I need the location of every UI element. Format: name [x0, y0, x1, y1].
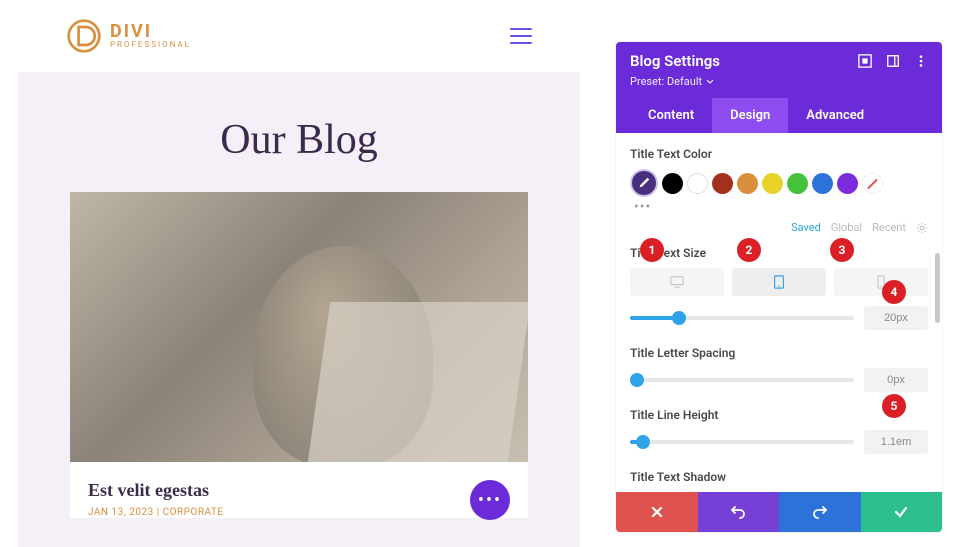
- logo-text-main: DIVI: [110, 23, 191, 41]
- scrollbar[interactable]: [935, 253, 940, 323]
- undo-button[interactable]: [698, 492, 780, 532]
- color-swatch[interactable]: [787, 173, 808, 194]
- color-swatch[interactable]: [762, 173, 783, 194]
- logo-icon: [66, 18, 102, 54]
- post-featured-image: [70, 192, 528, 462]
- color-swatch[interactable]: [837, 173, 858, 194]
- save-button[interactable]: [861, 492, 943, 532]
- label-letter-spacing: Title Letter Spacing: [630, 346, 928, 360]
- preview-header: DIVI PROFESSIONAL: [18, 0, 580, 72]
- color-swatch[interactable]: [687, 173, 708, 194]
- color-swatches: [630, 169, 928, 197]
- tab-advanced[interactable]: Advanced: [788, 98, 882, 133]
- palette-tab-recent[interactable]: Recent: [872, 221, 906, 234]
- line-height-input[interactable]: [864, 430, 928, 454]
- resize-handle-left[interactable]: [8, 270, 12, 304]
- letter-spacing-input[interactable]: [864, 368, 928, 392]
- preset-selector[interactable]: Preset: Default: [630, 73, 714, 98]
- close-icon: [650, 505, 664, 519]
- responsive-device-tabs: [630, 268, 928, 296]
- panel-header: Blog Settings Preset: Default Content De…: [616, 42, 942, 133]
- more-icon[interactable]: [914, 54, 928, 68]
- device-tab-desktop[interactable]: [630, 268, 724, 296]
- label-text-shadow: Title Text Shadow: [630, 470, 928, 484]
- eyedropper-icon: [637, 176, 651, 190]
- color-swatch[interactable]: [662, 173, 683, 194]
- post-title[interactable]: Est velit egestas: [88, 480, 510, 501]
- color-swatch[interactable]: [712, 173, 733, 194]
- panel-body: Title Text Color ••• Saved Global Recent…: [616, 133, 942, 492]
- site-logo[interactable]: DIVI PROFESSIONAL: [66, 18, 191, 54]
- blog-post-card[interactable]: Est velit egestas JAN 13, 2023 | CORPORA…: [70, 192, 528, 518]
- menu-toggle-icon[interactable]: [510, 28, 532, 44]
- palette-tab-global[interactable]: Global: [831, 221, 862, 234]
- preset-label: Preset: Default: [630, 75, 702, 88]
- check-icon: [893, 504, 909, 520]
- phone-icon: [874, 275, 888, 289]
- snap-icon[interactable]: [886, 54, 900, 68]
- tablet-icon: [772, 275, 786, 289]
- tab-content[interactable]: Content: [630, 98, 712, 133]
- tab-design[interactable]: Design: [712, 98, 788, 133]
- eyedropper-swatch[interactable]: [630, 169, 658, 197]
- device-tab-tablet[interactable]: [732, 268, 826, 296]
- cancel-button[interactable]: [616, 492, 698, 532]
- palette-tab-saved[interactable]: Saved: [791, 221, 821, 234]
- page-preview: DIVI PROFESSIONAL Our Blog Est velit ege…: [18, 0, 580, 547]
- letter-spacing-slider[interactable]: [630, 378, 854, 382]
- expand-icon[interactable]: [858, 54, 872, 68]
- label-title-size: Title Text Size: [630, 246, 928, 260]
- logo-text-sub: PROFESSIONAL: [110, 41, 191, 49]
- redo-icon: [812, 504, 828, 520]
- gear-icon[interactable]: [916, 222, 928, 234]
- title-size-input[interactable]: [864, 306, 928, 330]
- title-size-slider[interactable]: [630, 316, 854, 320]
- more-colors-icon[interactable]: •••: [634, 199, 928, 215]
- line-height-slider[interactable]: [630, 440, 854, 444]
- label-line-height: Title Line Height: [630, 408, 928, 422]
- page-title: Our Blog: [18, 116, 580, 164]
- label-title-color: Title Text Color: [630, 147, 928, 161]
- post-action-button[interactable]: •••: [470, 480, 510, 520]
- blog-settings-panel: Blog Settings Preset: Default Content De…: [616, 42, 942, 532]
- device-tab-phone[interactable]: [834, 268, 928, 296]
- chevron-down-icon: [706, 78, 714, 86]
- panel-title: Blog Settings: [630, 52, 720, 70]
- color-swatch[interactable]: [812, 173, 833, 194]
- color-swatch-none[interactable]: [862, 173, 883, 194]
- undo-icon: [730, 504, 746, 520]
- color-swatch[interactable]: [737, 173, 758, 194]
- redo-button[interactable]: [779, 492, 861, 532]
- post-meta: JAN 13, 2023 | CORPORATE: [88, 507, 510, 518]
- panel-footer: [616, 492, 942, 532]
- resize-handle-right[interactable]: [590, 270, 594, 304]
- panel-tabs: Content Design Advanced: [630, 98, 928, 133]
- desktop-icon: [670, 275, 684, 289]
